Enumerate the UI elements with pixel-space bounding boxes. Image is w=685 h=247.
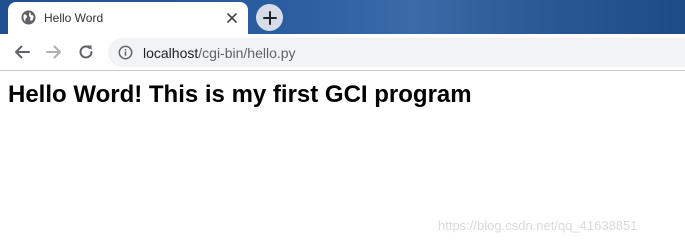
back-button[interactable] — [10, 40, 34, 64]
tab-title: Hello Word — [44, 11, 104, 25]
url-path: /cgi-bin/hello.py — [198, 45, 296, 61]
url-host: localhost — [143, 45, 199, 61]
watermark: https://blog.csdn.net/qq_41638851 — [438, 218, 638, 233]
close-icon[interactable] — [224, 10, 240, 26]
arrow-left-icon — [13, 43, 31, 61]
browser-tab[interactable]: Hello Word — [8, 2, 248, 34]
reload-icon — [77, 43, 95, 61]
browser-toolbar: localhost/cgi-bin/hello.py — [0, 34, 685, 71]
globe-icon — [21, 10, 36, 25]
page-heading: Hello Word! This is my first GCI program — [8, 81, 472, 108]
arrow-right-icon — [45, 43, 63, 61]
new-tab-button[interactable] — [256, 4, 283, 31]
address-bar[interactable]: localhost/cgi-bin/hello.py — [108, 38, 685, 67]
reload-button[interactable] — [74, 40, 98, 64]
url-text[interactable]: localhost/cgi-bin/hello.py — [143, 45, 296, 61]
page-content: Hello Word! This is my first GCI program — [8, 81, 472, 109]
forward-button[interactable] — [42, 40, 66, 64]
tab-strip: Hello Word — [0, 0, 685, 34]
plus-icon — [262, 10, 277, 25]
info-icon[interactable] — [118, 45, 133, 60]
